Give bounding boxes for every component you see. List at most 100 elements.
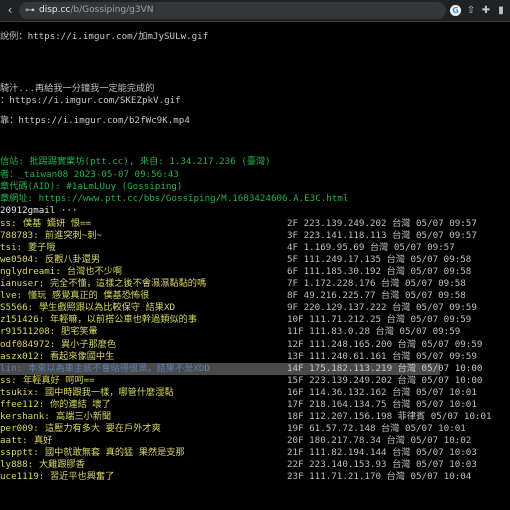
image-link[interactable]: https://i.imgur.com/SKEZpkV.gif <box>9 95 180 106</box>
aid-line: 章代碼(AID): #1aLmLUuy (Gossiping) <box>0 181 183 192</box>
article-line-1: 說例：https://i.imgur.com/加mJySULw.gif <box>0 31 208 43</box>
push-meta: 17F 218.164.134.75 台灣 05/07 10:01 <box>287 398 477 410</box>
article-line-2: 騎汁...再給我一分鐘我一定能完成的 <box>0 83 155 94</box>
address-bar[interactable]: ⊶ disp.cc/b/Gossiping/g3VN <box>19 2 446 19</box>
article-url-line[interactable]: 章網址: https://www.ptt.cc/bbs/Gossiping/M.… <box>0 193 348 205</box>
push-content: 這壓力有多大 要在戶外才爽 <box>45 422 161 434</box>
push-content: 年輕真好 呵呵== <box>23 374 95 386</box>
push-row: 788783: 前進突刺~刺~ 3F 223.141.118.113 台灣 05/0… <box>0 230 477 242</box>
push-row: lve: 懂玩 感覺真正的 僕基恐怖很 8F 49.216.225.77 台灣 05… <box>0 290 466 302</box>
push-row: aatt: 真好 20F 180.217.78.34 台灣 05/07 10:02 <box>0 434 471 447</box>
push-user[interactable]: aatt: <box>0 435 28 447</box>
push-user[interactable]: odf084972: <box>0 339 55 351</box>
push-meta: 16F 114.36.132.162 台灣 05/07 10:01 <box>287 386 477 398</box>
source-line: 信站: 批踢踢實業坊(ptt.cc), 來自: 1.34.217.236 (臺灣… <box>0 156 271 167</box>
push-content: 完全不懂，這樣之後不會濕濕黏黏的嗎 <box>50 278 207 290</box>
push-row: ss: 年輕真好 呵呵== 15F 223.139.249.202 台灣 05/07… <box>0 374 482 387</box>
back-icon[interactable]: ‹ <box>2 3 18 18</box>
push-row: tsi: 菱子哦 4F 1.169.95.69 台灣 05/07 09:57 <box>0 242 455 254</box>
push-user[interactable]: per009: <box>0 423 39 435</box>
image-link[interactable]: https://i.imgur.com/加mJySULw.gif <box>28 31 209 42</box>
push-content: 高端三小新聞 <box>56 410 112 422</box>
push-meta: 7F 1.172.228.176 台灣 05/07 09:58 <box>287 278 466 290</box>
push-meta: 18F 112.207.156.198 菲律賓 05/07 10:01 <box>287 410 492 422</box>
push-row: sspptt: 國中就敢無套 真的猛 果然是支那 21F 111.82.194.14… <box>0 447 477 459</box>
author-line: 者：_taiwan08 2023-05-07 09:56:43 <box>0 169 179 180</box>
push-row: per009: 這壓力有多大 要在戶外才爽 19F 61.57.72.148 台灣 … <box>0 422 466 435</box>
line-label: ： <box>0 95 10 106</box>
push-row: S5566: 學生戲照跟以為比較保守 結果XD 9F 220.129.137.222… <box>0 302 477 314</box>
extensions-icon[interactable]: ✚ <box>479 3 493 18</box>
push-user[interactable]: uce1119: <box>0 471 44 483</box>
push-content: 習近平也興奮了 <box>50 471 115 483</box>
push-row: ss: 僕基 嬌妍 恨== 2F 223.139.249.202 台灣 05/07 … <box>0 218 477 230</box>
push-row: aszx012: 看起來像國中生 13F 111.240.61.161 台灣 05/… <box>0 350 477 363</box>
push-meta: 2F 223.139.249.202 台灣 05/07 09:57 <box>287 218 477 229</box>
push-content: 前進突刺~刺~ <box>45 230 102 242</box>
push-meta: 20F 180.217.78.34 台灣 05/07 10:02 <box>287 434 472 446</box>
url-text[interactable]: disp.cc/b/Gossiping/g3VN <box>39 3 154 18</box>
push-content: 反觀八卦還男 <box>45 254 101 266</box>
push-user[interactable]: lin: <box>0 363 22 375</box>
push-content: 看起來像國中生 <box>50 350 115 362</box>
push-meta: 10F 111.71.212.25 台灣 05/07 09:59 <box>287 314 472 326</box>
url-path: /b/Gossiping/g3VN <box>70 5 154 15</box>
edit-line: 20912gmail ··· <box>0 205 78 216</box>
push-meta: 8F 49.216.225.77 台灣 05/07 09:58 <box>287 290 466 302</box>
push-content: 學生戲照跟以為比較保守 結果XD <box>39 302 176 314</box>
share-icon[interactable]: ⇧ <box>464 3 478 18</box>
push-row: nglydreami: 台灣也不少啊 6F 111.185.30.192 台灣 05… <box>0 266 471 278</box>
push-content: 真好 <box>34 434 53 446</box>
push-row: z151426: 年輕嘛，以前搭公車也幹過類似的事 10F 111.71.212.2… <box>0 314 471 326</box>
push-meta: 3F 223.141.118.113 台灣 05/07 09:57 <box>287 230 477 242</box>
video-link[interactable]: https://i.imgur.com/b2fWc9K.mp4 <box>18 115 189 126</box>
push-meta: 22F 223.140.153.93 台灣 05/07 10:03 <box>287 459 477 470</box>
push-user[interactable]: z151426: <box>0 314 44 326</box>
push-user[interactable]: ffee112: <box>0 399 44 411</box>
push-user[interactable]: nglydreami: <box>0 266 61 278</box>
site-info-icon[interactable]: ⊶ <box>25 3 35 18</box>
push-content: 懂玩 感覺真正的 僕基恐怖很 <box>28 290 150 302</box>
push-user[interactable]: ss: <box>0 375 17 387</box>
push-row: ianuser: 完全不懂，這樣之後不會濕濕黏黏的嗎 7F 1.172.228.17… <box>0 278 466 290</box>
push-content: 你的連結 壞了 <box>50 398 111 410</box>
push-content: 異小子那麼色 <box>61 338 117 350</box>
push-row: odf084972: 異小子那麼色 12F 111.248.165.200 台灣 0… <box>0 338 482 351</box>
push-row: ffee112: 你的連結 壞了 17F 218.164.134.75 台灣 05/… <box>0 398 477 411</box>
push-content: 年輕嘛，以前搭公車也幹過類似的事 <box>50 314 197 326</box>
push-user[interactable]: ly888: <box>0 459 33 471</box>
push-row: lin: 本來以為車主該不會貼得很黑，結果不是XDD 14F 175.182.113… <box>0 362 482 375</box>
push-content: 本來以為車主該不會貼得很黑，結果不是XDD <box>28 362 210 374</box>
push-user[interactable]: S5566: <box>0 302 33 314</box>
push-meta: 11F 111.83.0.28 台灣 05/07 09:59 <box>287 326 461 338</box>
push-user[interactable]: ss: <box>0 218 17 230</box>
line-label: 說例： <box>0 31 28 42</box>
google-icon[interactable]: G <box>449 3 463 18</box>
push-user[interactable]: r91511208: <box>0 326 55 338</box>
push-meta: 19F 61.57.72.148 台灣 05/07 10:01 <box>287 422 466 434</box>
article-line-4: 靠：https://i.imgur.com/b2fWc9K.mp4 <box>0 115 190 127</box>
push-user[interactable]: tsi: <box>0 242 22 254</box>
sidebar-icon[interactable]: ▮ <box>494 3 508 18</box>
push-meta: 21F 111.82.194.144 台灣 05/07 10:03 <box>287 446 477 458</box>
push-meta: 23F 111.71.21.170 台灣 05/07 10:04 <box>287 471 472 483</box>
push-user[interactable]: tsukix: <box>0 387 39 399</box>
push-meta: 6F 111.185.30.192 台灣 05/07 09:58 <box>287 266 472 278</box>
push-row: kershank: 高端三小新聞 18F 112.207.156.198 菲律賓 0… <box>0 410 492 423</box>
line-label: 靠： <box>0 115 19 126</box>
push-user[interactable]: we0504: <box>0 254 39 266</box>
push-user[interactable]: 788783: <box>0 230 39 242</box>
url-host: disp.cc <box>39 5 71 15</box>
push-user[interactable]: lve: <box>0 290 22 302</box>
push-user[interactable]: kershank: <box>0 411 50 423</box>
push-user[interactable]: aszx012: <box>0 351 44 363</box>
push-content: 大雞跟膠香 <box>39 459 85 470</box>
push-meta: 14F 175.182.113.219 台灣 05/07 10:00 <box>287 362 483 374</box>
push-row: r91511208: 肥宅笑暈 11F 111.83.0.28 台灣 05/07 0… <box>0 326 460 338</box>
push-content: 國中時跟我一樣，哪管什麼湿黏 <box>45 386 174 398</box>
push-user[interactable]: sspptt: <box>0 447 39 459</box>
article-line-3: ：https://i.imgur.com/SKEZpkV.gif <box>0 95 181 107</box>
push-user[interactable]: ianuser: <box>0 278 44 290</box>
push-content: 僕基 嬌妍 恨== <box>23 218 92 229</box>
push-meta: 5F 111.249.17.135 台灣 05/07 09:58 <box>287 254 472 266</box>
